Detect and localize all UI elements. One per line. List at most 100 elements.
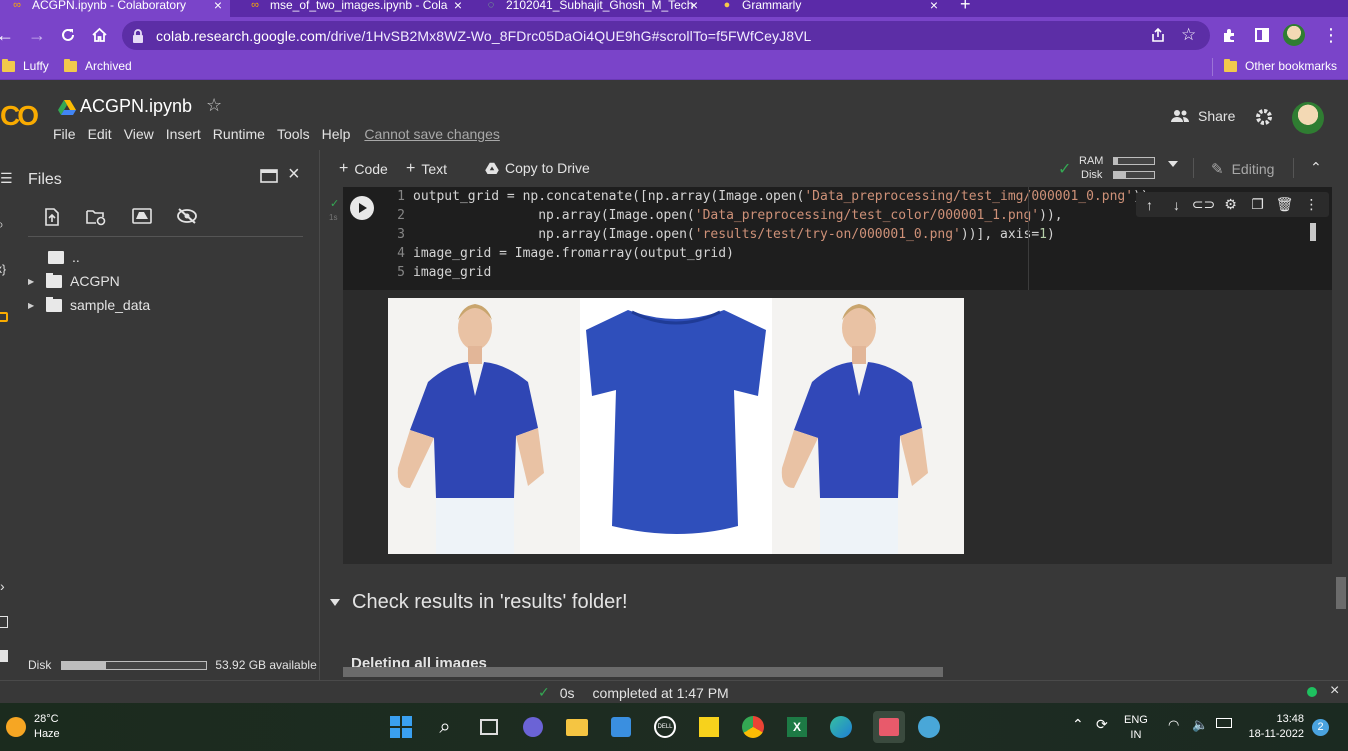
language-indicator[interactable]: ENG IN	[1124, 713, 1148, 743]
move-up-icon[interactable]: ↑	[1136, 197, 1163, 213]
user-avatar[interactable]	[1292, 102, 1324, 134]
chrome-button[interactable]	[741, 715, 765, 739]
address-bar[interactable]: colab.research.google.com/drive/1HvSB2Mx…	[122, 21, 1210, 50]
star-icon[interactable]: ☆	[206, 95, 222, 116]
variables-icon[interactable]: x}	[0, 262, 6, 276]
wifi-icon[interactable]: ◠	[1168, 717, 1179, 732]
bookmark-archived[interactable]: Archived	[64, 58, 132, 73]
files-icon[interactable]	[0, 312, 8, 322]
bookmark-luffy[interactable]: Luffy	[2, 58, 49, 73]
store-button[interactable]	[609, 715, 633, 739]
snippets-icon[interactable]	[0, 616, 8, 628]
tab-thesis[interactable]: ◌ 2102041_Subhajit_Ghosh_M_Tech ×	[474, 0, 706, 17]
reload-icon[interactable]	[60, 27, 76, 43]
close-icon[interactable]: ×	[1330, 682, 1339, 700]
resources-dropdown-icon[interactable]	[1168, 161, 1178, 167]
code-scrollbar[interactable]	[1310, 223, 1316, 241]
sticky-notes-button[interactable]	[697, 715, 721, 739]
share-page-icon[interactable]	[1150, 27, 1166, 43]
tab-grammarly[interactable]: ● Grammarly ×	[710, 0, 946, 17]
upload-icon[interactable]	[44, 208, 60, 226]
colab-logo[interactable]: CO	[0, 100, 40, 131]
tree-item-acgpn[interactable]: ▶ ACGPN	[28, 272, 120, 289]
tree-item-parent[interactable]: ..	[48, 249, 80, 265]
clock[interactable]: 13:48 18-11-2022	[1244, 712, 1304, 742]
tree-item-sample-data[interactable]: ▶ sample_data	[28, 296, 150, 313]
close-icon[interactable]: ×	[214, 0, 222, 13]
back-icon[interactable]: ←	[0, 25, 14, 45]
section-check-results[interactable]: Check results in 'results' folder!	[330, 591, 628, 614]
horizontal-scrollbar[interactable]	[343, 667, 943, 677]
battery-icon[interactable]	[1216, 718, 1232, 728]
tab-acgpn[interactable]: ∞ ACGPN.ipynb - Colaboratory ×	[0, 0, 230, 17]
volume-icon[interactable]: 🔈	[1192, 717, 1208, 732]
vertical-scrollbar[interactable]	[1336, 577, 1346, 609]
open-in-tab-icon[interactable]	[260, 169, 278, 183]
move-down-icon[interactable]: ↓	[1163, 197, 1190, 213]
forward-icon[interactable]: →	[28, 25, 46, 45]
trash-icon[interactable]: 🗑	[1271, 196, 1298, 213]
other-bookmarks[interactable]: Other bookmarks	[1224, 58, 1337, 73]
chevron-right-icon[interactable]: ▶	[28, 301, 38, 310]
run-cell-button[interactable]	[350, 196, 374, 220]
mount-drive-icon[interactable]	[132, 208, 152, 224]
search-button[interactable]: ⌕	[433, 715, 457, 739]
dell-button[interactable]: DELL	[653, 715, 677, 739]
profile-avatar[interactable]	[1283, 24, 1305, 46]
task-view-button[interactable]	[477, 715, 501, 739]
menu-file[interactable]: File	[53, 126, 76, 142]
share-button[interactable]: Share	[1170, 108, 1235, 124]
teams-chat-button[interactable]	[521, 715, 545, 739]
refresh-folder-icon[interactable]	[86, 208, 106, 226]
weather-widget[interactable]: 28°C Haze	[6, 712, 60, 742]
close-icon[interactable]: ×	[690, 0, 698, 13]
close-icon[interactable]: ×	[930, 0, 938, 13]
add-text-button[interactable]: + Text	[406, 160, 447, 178]
add-code-button[interactable]: + Code	[339, 160, 388, 178]
chevron-up-icon[interactable]: ⌃	[1072, 717, 1084, 732]
start-button[interactable]	[389, 715, 413, 739]
code-text[interactable]: 1 output_grid = np.concatenate([np.array(…	[391, 187, 1149, 282]
folder-up-icon	[48, 250, 64, 264]
menu-view[interactable]: View	[124, 126, 154, 142]
edge-button[interactable]	[829, 715, 853, 739]
collapse-triangle-icon[interactable]	[330, 599, 340, 606]
connection-status-dot[interactable]	[1307, 687, 1317, 697]
sync-icon[interactable]: ⟳	[1096, 717, 1108, 732]
editing-mode-button[interactable]: ✎ Editing	[1211, 160, 1274, 178]
menu-tools[interactable]: Tools	[277, 126, 310, 142]
menu-insert[interactable]: Insert	[166, 126, 201, 142]
gear-icon[interactable]: ⚙	[1217, 196, 1244, 213]
expand-icon[interactable]: ›	[0, 578, 5, 594]
more-vert-icon[interactable]: ⋮	[1298, 196, 1325, 213]
app-button[interactable]	[917, 715, 941, 739]
side-panel-icon[interactable]	[1254, 27, 1270, 43]
link-icon[interactable]: ⊂⊃	[1190, 196, 1217, 213]
menu-help[interactable]: Help	[322, 126, 351, 142]
hide-files-icon[interactable]	[176, 208, 198, 224]
chrome-menu-icon[interactable]: ⋮	[1322, 25, 1340, 45]
cannot-save-link[interactable]: Cannot save changes	[364, 126, 499, 142]
search-icon[interactable]: ⌕	[0, 216, 4, 233]
excel-button[interactable]: X	[785, 715, 809, 739]
home-icon[interactable]	[91, 27, 108, 43]
notebook-title[interactable]: ACGPN.ipynb	[80, 96, 192, 117]
menu-icon[interactable]: ☰	[0, 170, 13, 187]
new-tab-icon[interactable]: +	[960, 0, 971, 15]
menu-runtime[interactable]: Runtime	[213, 126, 265, 142]
snipping-tool-button[interactable]	[873, 711, 905, 743]
close-icon[interactable]: ×	[288, 163, 300, 186]
notification-badge[interactable]: 2	[1312, 719, 1329, 736]
menu-edit[interactable]: Edit	[88, 126, 112, 142]
file-explorer-button[interactable]	[565, 715, 589, 739]
settings-gear-icon[interactable]	[1254, 107, 1274, 127]
terminal-icon[interactable]	[0, 650, 8, 662]
chevron-right-icon[interactable]: ▶	[28, 277, 38, 286]
extensions-icon[interactable]	[1222, 27, 1238, 43]
tab-mse[interactable]: ∞ mse_of_two_images.ipynb - Cola ×	[238, 0, 470, 17]
bookmark-star-icon[interactable]: ☆	[1181, 25, 1196, 45]
copy-to-drive-button[interactable]: Copy to Drive	[485, 160, 590, 176]
close-icon[interactable]: ×	[454, 0, 462, 13]
chevron-up-icon[interactable]: ⌄	[1310, 158, 1322, 175]
mirror-cell-icon[interactable]: ❐	[1244, 196, 1271, 213]
